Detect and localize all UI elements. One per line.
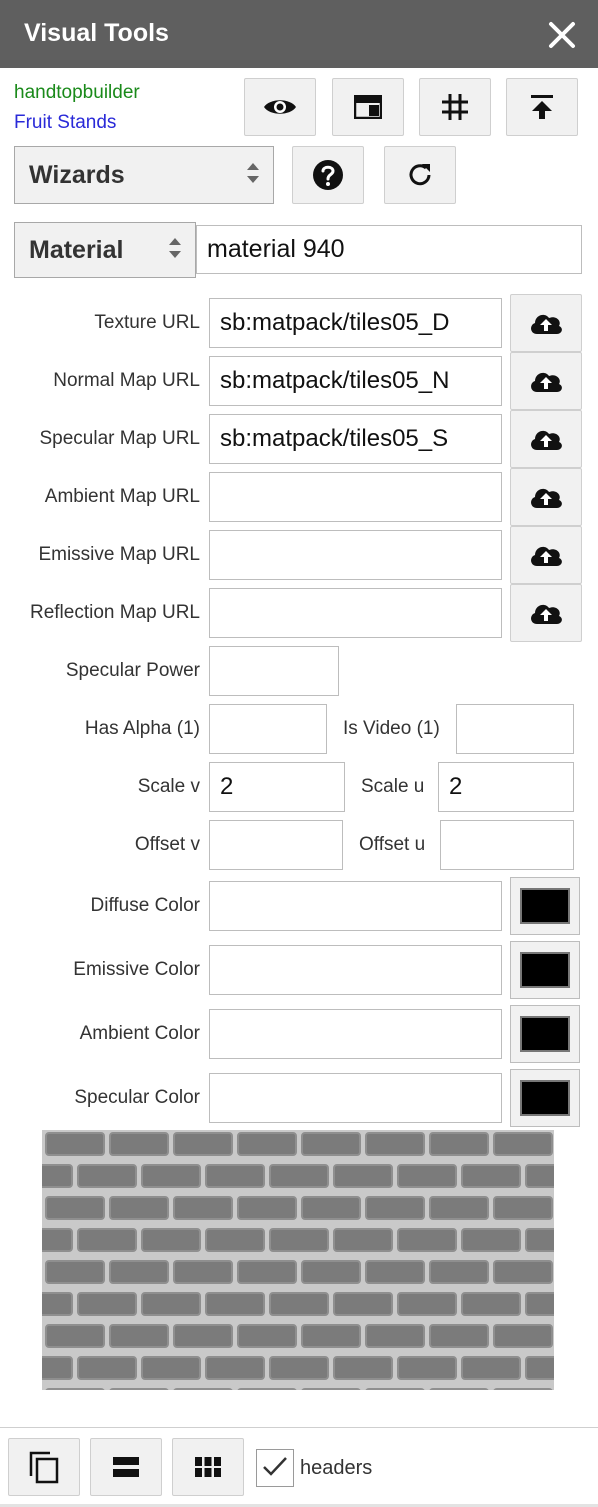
cloud-upload-icon [528,311,564,335]
rows-view-button[interactable] [90,1438,162,1496]
headers-label: headers [300,1457,373,1479]
move-to-top-button[interactable] [506,78,578,136]
texture-url-input[interactable]: sb:matpack/tiles05_D [209,298,502,348]
cloud-upload-icon [528,485,564,509]
ambient-map-url-input[interactable] [209,472,502,522]
has-alpha-input[interactable] [209,704,327,754]
refresh-button[interactable] [384,146,456,204]
chevron-up-down-icon [245,160,261,191]
help-button[interactable] [292,146,364,204]
specular-map-url-label: Specular Map URL [39,428,200,449]
emissive-map-upload-button[interactable] [510,526,582,584]
headers-checkbox[interactable] [256,1449,294,1487]
ambient-map-upload-button[interactable] [510,468,582,526]
scale-u-input[interactable]: 2 [438,762,574,812]
eye-icon [263,96,297,118]
tiles-view-button[interactable] [172,1438,244,1496]
scale-u-label: Scale u [361,776,425,797]
specular-map-upload-button[interactable] [510,410,582,468]
normal-map-url-label: Normal Map URL [53,370,200,391]
is-video-input[interactable] [456,704,574,754]
copy-icon [28,1450,60,1484]
is-video-label: Is Video (1) [343,718,440,739]
wizards-select[interactable]: Wizards [14,146,274,204]
copy-button[interactable] [8,1438,80,1496]
footer-divider [0,1427,598,1428]
ambient-color-input[interactable] [209,1009,502,1059]
color-swatch [520,1080,570,1116]
material-type-select[interactable]: Material [14,222,196,278]
scale-v-label: Scale v [137,776,200,797]
normal-map-url-input[interactable]: sb:matpack/tiles05_N [209,356,502,406]
checkmark-icon [262,1455,288,1482]
reflection-map-url-label: Reflection Map URL [29,602,200,623]
panel-icon [354,95,382,119]
specular-map-url-input[interactable]: sb:matpack/tiles05_S [209,414,502,464]
emissive-map-url-input[interactable] [209,530,502,580]
user-name: handtopbuilder [14,82,140,103]
emissive-color-picker[interactable] [510,941,580,999]
preview-button[interactable] [244,78,316,136]
reflection-map-url-input[interactable] [209,588,502,638]
cloud-upload-icon [528,427,564,451]
texture-upload-button[interactable] [510,294,582,352]
diffuse-color-input[interactable] [209,881,502,931]
has-alpha-label: Has Alpha (1) [84,718,200,739]
grid-icon [440,92,470,122]
apps-icon [194,1456,222,1478]
specular-color-input[interactable] [209,1073,502,1123]
texture-preview [42,1130,554,1390]
reflection-map-upload-button[interactable] [510,584,582,642]
cloud-upload-icon [528,543,564,567]
offset-v-input[interactable] [209,820,343,870]
scale-v-input[interactable]: 2 [209,762,345,812]
ambient-color-label: Ambient Color [79,1023,200,1044]
specular-color-label: Specular Color [74,1087,200,1108]
title-bar: Visual Tools [0,0,598,68]
window-title: Visual Tools [24,19,169,47]
project-link[interactable]: Fruit Stands [14,112,116,134]
color-swatch [520,952,570,988]
diffuse-color-label: Diffuse Color [90,895,200,916]
offset-u-label: Offset u [359,834,426,855]
layout-button[interactable] [332,78,404,136]
material-type-value: Material [29,235,124,264]
offset-v-label: Offset v [134,834,200,855]
rows-icon [112,1456,140,1478]
refresh-icon [406,161,434,189]
normal-map-upload-button[interactable] [510,352,582,410]
specular-power-label: Specular Power [65,660,200,681]
emissive-map-url-label: Emissive Map URL [38,544,200,565]
cloud-upload-icon [528,369,564,393]
emissive-color-input[interactable] [209,945,502,995]
help-icon [312,159,344,191]
wizards-select-value: Wizards [29,160,125,189]
emissive-color-label: Emissive Color [73,959,200,980]
color-swatch [520,888,570,924]
chevron-up-down-icon [167,235,183,266]
specular-power-input[interactable] [209,646,339,696]
close-icon[interactable] [545,18,579,52]
texture-url-label: Texture URL [94,312,200,333]
upload-top-icon [530,94,554,120]
material-name-input[interactable]: material 940 [196,225,582,274]
specular-color-picker[interactable] [510,1069,580,1127]
offset-u-input[interactable] [440,820,574,870]
ambient-map-url-label: Ambient Map URL [44,486,200,507]
ambient-color-picker[interactable] [510,1005,580,1063]
color-swatch [520,1016,570,1052]
grid-button[interactable] [419,78,491,136]
diffuse-color-picker[interactable] [510,877,580,935]
cloud-upload-icon [528,601,564,625]
